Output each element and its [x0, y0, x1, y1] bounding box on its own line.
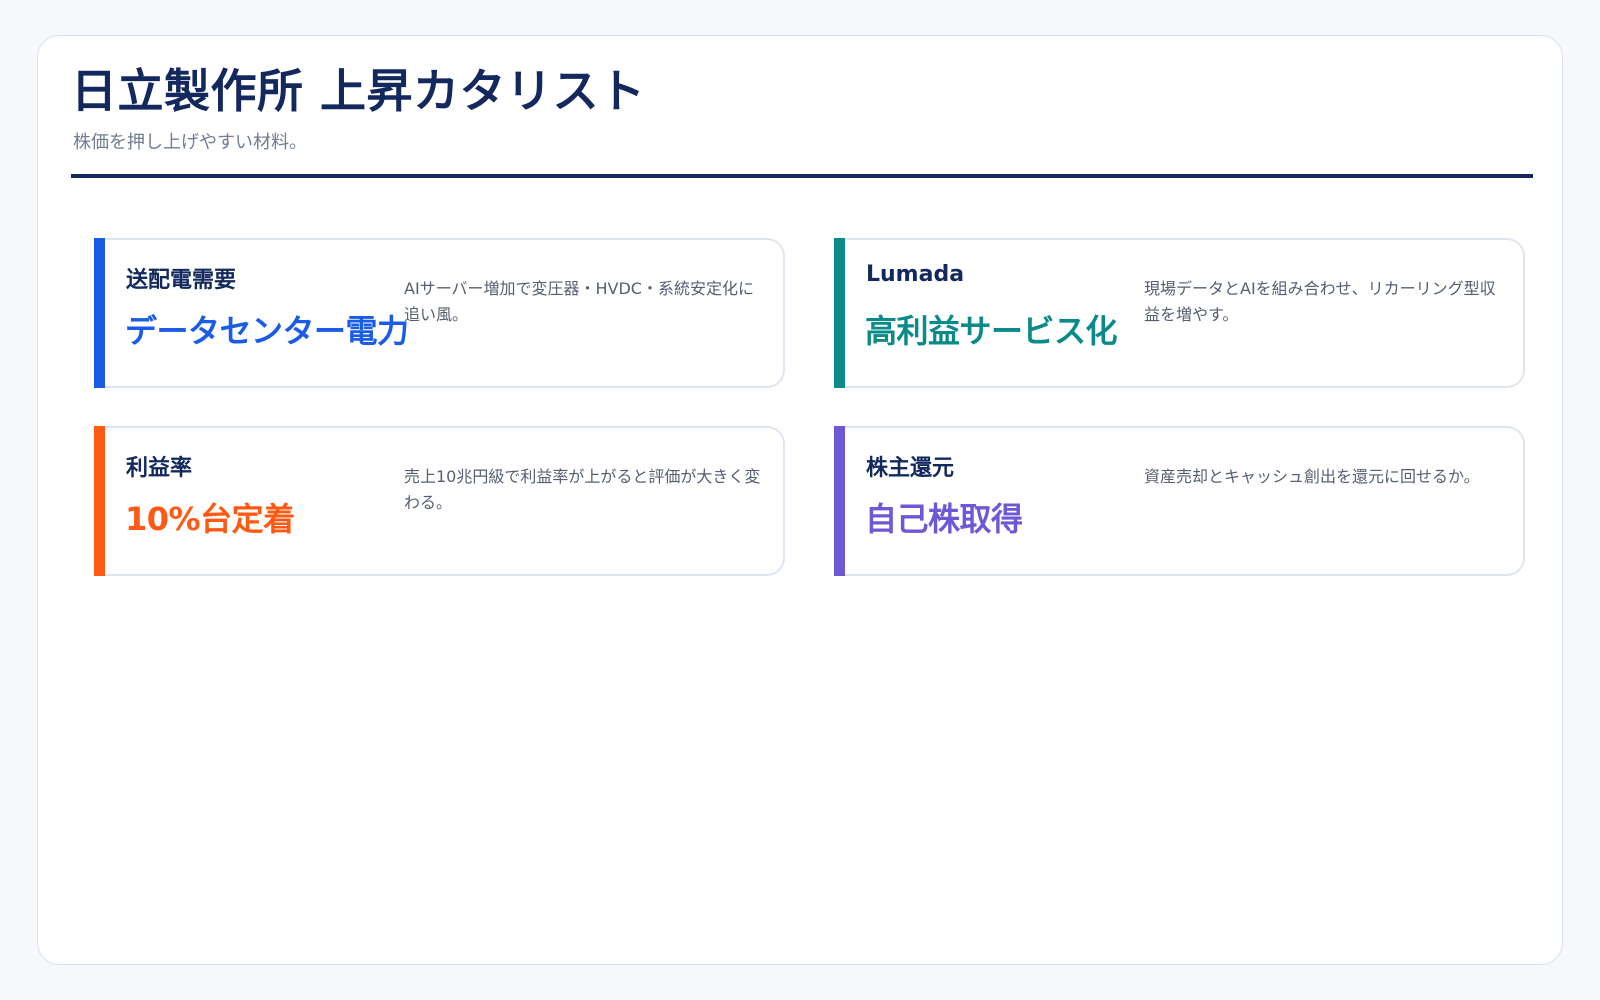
- page-subtitle: 株価を押し上げやすい材料。: [73, 132, 307, 153]
- accent-bar: [94, 426, 105, 576]
- card-description: 資産売却とキャッシュ創出を還元に回せるか。: [1144, 467, 1480, 486]
- catalyst-card-power-demand: 送配電需要 データセンター電力 AIサーバー増加で変圧器・HVDC・系統安定化に…: [94, 238, 785, 388]
- page-title: 日立製作所 上昇カタリスト: [71, 64, 646, 118]
- catalyst-card-lumada: Lumada 高利益サービス化 現場データとAIを組み合わせ、リカーリング型収益…: [834, 238, 1525, 388]
- title-divider: [71, 174, 1533, 178]
- card-label: 株主還元: [866, 456, 955, 481]
- card-label: 利益率: [126, 456, 193, 481]
- card-description: 現場データとAIを組み合わせ、リカーリング型収益を増やす。: [1144, 279, 1496, 324]
- catalyst-card-margin: 利益率 10%台定着 売上10兆円級で利益率が上がると評価が大きく変わる。: [94, 426, 785, 576]
- card-label: 送配電需要: [126, 268, 237, 293]
- card-description: AIサーバー増加で変圧器・HVDC・系統安定化に追い風。: [404, 279, 754, 324]
- catalyst-panel: 日立製作所 上昇カタリスト 株価を押し上げやすい材料。 送配電需要 データセンタ…: [37, 35, 1563, 965]
- accent-bar: [834, 238, 845, 388]
- card-headline: 10%台定着: [125, 500, 295, 538]
- card-headline: データセンター電力: [125, 312, 409, 350]
- card-headline: 高利益サービス化: [865, 312, 1118, 350]
- card-label: Lumada: [866, 262, 965, 287]
- card-description: 売上10兆円級で利益率が上がると評価が大きく変わる。: [404, 467, 761, 512]
- accent-bar: [834, 426, 845, 576]
- catalyst-card-shareholder-return: 株主還元 自己株取得 資産売却とキャッシュ創出を還元に回せるか。: [834, 426, 1525, 576]
- accent-bar: [94, 238, 105, 388]
- card-headline: 自己株取得: [865, 500, 1023, 538]
